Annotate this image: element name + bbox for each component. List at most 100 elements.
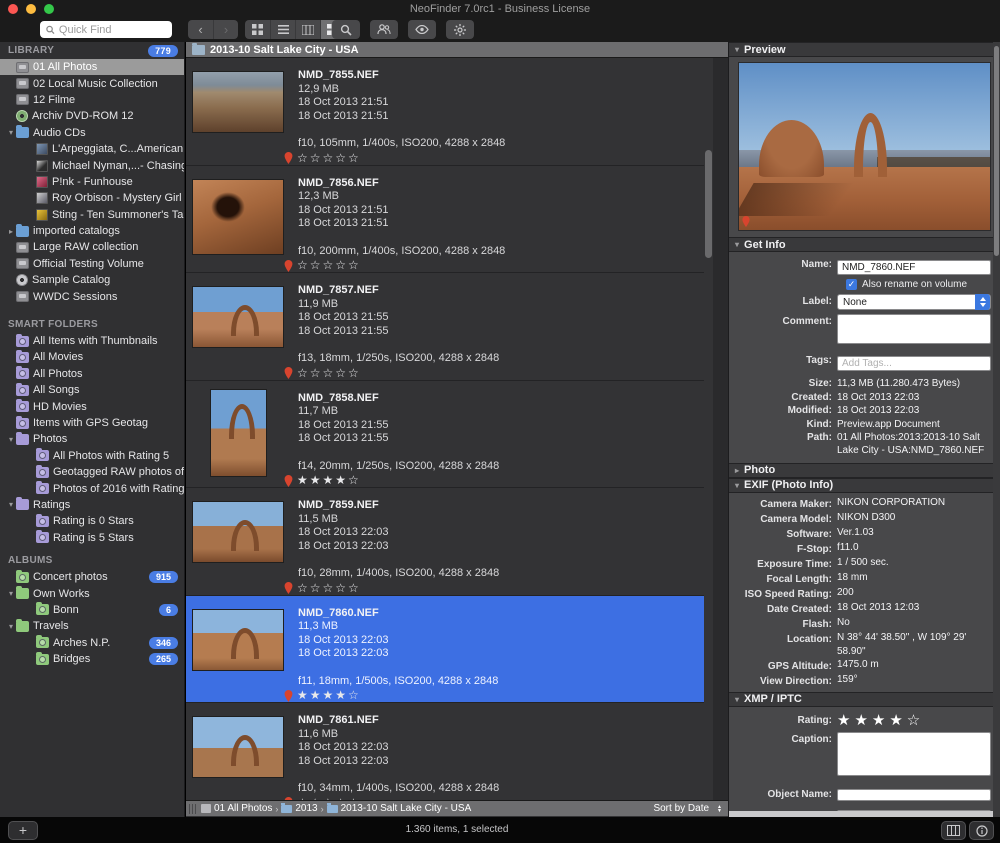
settings-button[interactable] xyxy=(446,20,474,39)
sidebar-item[interactable]: Photos of 2016 with Rating 5 xyxy=(0,480,184,496)
comment-input[interactable] xyxy=(837,314,991,344)
exif-row-label: Camera Maker: xyxy=(729,496,837,511)
file-row[interactable]: NMD_7860.NEF11,3 MB18 Oct 2013 22:0318 O… xyxy=(186,596,704,704)
map-button[interactable] xyxy=(941,821,966,840)
sidebar-item[interactable]: Sting - Ten Summoner's Tales xyxy=(0,207,184,223)
file-rating-stars[interactable]: ☆☆☆☆☆ xyxy=(297,367,361,381)
breadcrumb-item[interactable]: 01 All Photos xyxy=(201,803,272,814)
file-rating-stars[interactable]: ★★★★☆ xyxy=(297,474,361,488)
list-scrollbar-thumb[interactable] xyxy=(705,150,712,258)
label-select[interactable]: None xyxy=(837,294,991,310)
sidebar-item[interactable]: Rating is 5 Stars xyxy=(0,530,184,546)
sidebar-item-label: Official Testing Volume xyxy=(33,258,144,270)
sidebar-item[interactable]: ▾Ratings xyxy=(0,497,184,513)
sidebar-item-label: Audio CDs xyxy=(33,127,86,139)
sidebar-item[interactable]: WWDC Sessions xyxy=(0,288,184,304)
file-rating-line: ☆☆☆☆☆ xyxy=(284,367,499,381)
photo-section-header[interactable]: ▸ Photo xyxy=(729,463,1000,478)
file-row[interactable]: NMD_7861.NEF11,6 MB18 Oct 2013 22:0318 O… xyxy=(186,703,704,800)
file-size: 11,9 MB xyxy=(298,298,499,312)
exif-row-value: NIKON D300 xyxy=(837,511,994,526)
breadcrumb-item[interactable]: 2013-10 Salt Lake City - USA xyxy=(327,803,472,814)
sidebar-item[interactable]: P!nk - Funhouse xyxy=(0,174,184,190)
inspector-scrollbar[interactable] xyxy=(993,42,1000,817)
sidebar-item[interactable]: All Photos xyxy=(0,366,184,382)
file-row[interactable]: NMD_7857.NEF11,9 MB18 Oct 2013 21:5518 O… xyxy=(186,273,704,381)
file-rating-stars[interactable]: ☆☆☆☆☆ xyxy=(297,152,361,166)
rating-stars[interactable]: ★★★★☆ xyxy=(837,711,924,729)
file-rating-stars[interactable]: ☆☆☆☆☆ xyxy=(297,259,361,273)
preview-section-header[interactable]: ▾ Preview xyxy=(729,42,1000,57)
inspector-panel: ▾ Preview ▾ Get Info Name: ✓ Also rename… xyxy=(728,42,1000,817)
add-button[interactable]: + xyxy=(8,821,38,840)
quick-find-field[interactable] xyxy=(40,21,172,38)
back-button[interactable]: ‹ xyxy=(188,20,213,39)
sidebar-item[interactable]: Bridges265 xyxy=(0,651,184,667)
sidebar-item[interactable]: Rating is 0 Stars xyxy=(0,513,184,529)
disclosure-triangle-icon: ▾ xyxy=(6,589,16,598)
file-row[interactable]: NMD_7855.NEF12,9 MB18 Oct 2013 21:5118 O… xyxy=(186,58,704,166)
sidebar-item[interactable]: Concert photos915 xyxy=(0,569,184,585)
sort-stepper-icon[interactable]: ▲▼ xyxy=(717,805,722,813)
sidebar-item[interactable]: Official Testing Volume xyxy=(0,256,184,272)
sidebar-item[interactable]: ▾Photos xyxy=(0,431,184,447)
sidebar-item[interactable]: 02 Local Music Collection xyxy=(0,75,184,91)
tags-input[interactable] xyxy=(837,356,991,371)
sidebar-item[interactable]: 12 Filme xyxy=(0,92,184,108)
quick-find-input[interactable] xyxy=(59,24,166,36)
name-input[interactable] xyxy=(837,260,991,275)
sidebar-item[interactable]: Geotagged RAW photos of 2013 xyxy=(0,464,184,480)
caption-input[interactable] xyxy=(837,732,991,776)
list-scrollbar[interactable] xyxy=(704,58,713,800)
sidebar-item[interactable]: All Photos with Rating 5 xyxy=(0,448,184,464)
column-view-button[interactable] xyxy=(295,20,320,39)
xmp-field-row: Object Name: xyxy=(729,785,991,803)
info-row-value: 11,3 MB (11.280.473 Bytes) xyxy=(837,378,991,391)
forward-button[interactable]: › xyxy=(213,20,238,39)
sidebar-item[interactable]: ▸imported catalogs xyxy=(0,223,184,239)
sidebar-item[interactable]: Roy Orbison - Mystery Girl xyxy=(0,190,184,206)
file-rating-stars[interactable]: ☆☆☆☆☆ xyxy=(297,582,361,596)
sidebar-item[interactable]: Items with GPS Geotag xyxy=(0,415,184,431)
info-row-label: Path: xyxy=(729,432,837,457)
sidebar-item[interactable]: Michael Nyman,...- Chasing Pianos xyxy=(0,157,184,173)
sidebar-item[interactable]: Sample Catalog xyxy=(0,272,184,288)
sidebar-item[interactable]: ▾Travels xyxy=(0,618,184,634)
getinfo-section-header[interactable]: ▾ Get Info xyxy=(729,237,1000,252)
sidebar-item[interactable]: 01 All Photos xyxy=(0,59,184,75)
file-row[interactable]: NMD_7859.NEF11,5 MB18 Oct 2013 22:0318 O… xyxy=(186,488,704,596)
xmp-field-input[interactable] xyxy=(837,789,991,801)
quicklook-button[interactable] xyxy=(408,20,436,39)
sidebar-item[interactable]: ▾Audio CDs xyxy=(0,125,184,141)
file-rating-stars[interactable]: ★★★★☆ xyxy=(297,689,361,703)
info-button[interactable] xyxy=(969,821,994,840)
sidebar-item[interactable]: All Items with Thumbnails xyxy=(0,333,184,349)
find-button[interactable] xyxy=(332,20,360,39)
preview-image[interactable] xyxy=(738,62,991,231)
count-badge: 915 xyxy=(149,571,178,583)
sidebar-item[interactable]: Bonn6 xyxy=(0,602,184,618)
file-row[interactable]: NMD_7858.NEF11,7 MB18 Oct 2013 21:5518 O… xyxy=(186,381,704,489)
cd-icon xyxy=(16,110,28,122)
sidebar-item[interactable]: ▾Own Works xyxy=(0,585,184,601)
xmp-section-header[interactable]: ▾ XMP / IPTC xyxy=(729,692,1000,707)
grid-view-button[interactable] xyxy=(245,20,270,39)
list-view-button[interactable] xyxy=(270,20,295,39)
sidebar-item[interactable]: L'Arpeggiata, C...American Project xyxy=(0,141,184,157)
sort-label[interactable]: Sort by Date xyxy=(653,803,709,814)
sidebar-item[interactable]: Archiv DVD-ROM 12 xyxy=(0,108,184,124)
sidebar-item[interactable]: Large RAW collection xyxy=(0,239,184,255)
file-row[interactable]: NMD_7856.NEF12,3 MB18 Oct 2013 21:5118 O… xyxy=(186,166,704,274)
sidebar-item[interactable]: All Movies xyxy=(0,349,184,365)
rename-checkbox[interactable]: ✓ xyxy=(846,279,857,290)
path-drag-handle[interactable] xyxy=(189,804,197,814)
sidebar-item-label: Ratings xyxy=(33,499,70,511)
inspector-scrollbar-thumb[interactable] xyxy=(994,46,999,256)
users-button[interactable] xyxy=(370,20,398,39)
breadcrumb-item[interactable]: 2013 xyxy=(281,803,317,814)
exif-section-header[interactable]: ▾ EXIF (Photo Info) xyxy=(729,478,1000,493)
sidebar-item[interactable]: All Songs xyxy=(0,382,184,398)
sidebar-item[interactable]: HD Movies xyxy=(0,398,184,414)
file-size: 11,7 MB xyxy=(298,405,499,419)
sidebar-item[interactable]: Arches N.P.346 xyxy=(0,635,184,651)
